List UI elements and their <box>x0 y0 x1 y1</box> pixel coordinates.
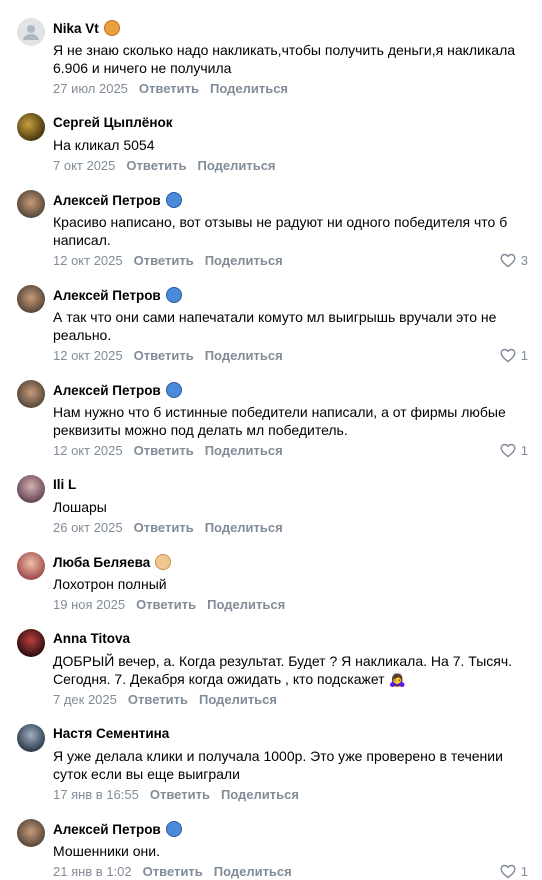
comment-meta: 12 окт 2025 Ответить Поделиться <box>53 443 283 458</box>
share-button[interactable]: Поделиться <box>207 597 285 612</box>
author-name[interactable]: Ili L <box>53 477 76 492</box>
comment-meta: 7 дек 2025 Ответить Поделиться <box>53 692 277 707</box>
reply-button[interactable]: Ответить <box>134 348 194 363</box>
comment-author[interactable]: Алексей Петров <box>53 287 182 303</box>
comment-date[interactable]: 21 янв в 1:02 <box>53 864 132 879</box>
like-button[interactable]: 1 <box>500 864 528 879</box>
mask-emoji-icon <box>165 192 182 208</box>
reply-button[interactable]: Ответить <box>134 253 194 268</box>
heart-icon <box>500 348 516 363</box>
author-name[interactable]: Алексей Петров <box>53 822 161 837</box>
comment-text: ДОБРЫЙ вечер, а. Когда результат. Будет … <box>53 653 513 687</box>
comment-meta: 17 янв в 16:55 Ответить Поделиться <box>53 787 299 802</box>
reply-button[interactable]: Ответить <box>126 158 186 173</box>
author-name[interactable]: Anna Titova <box>53 631 130 646</box>
share-button[interactable]: Поделиться <box>197 158 275 173</box>
like-count: 3 <box>520 253 528 268</box>
comment-text: Я не знаю сколько надо накликать,чтобы п… <box>53 42 516 76</box>
comment-author[interactable]: Люба Беляева <box>53 554 172 570</box>
author-name[interactable]: Nika Vt <box>53 21 99 36</box>
comment-text: А так что они сами напечатали комуто мл … <box>53 309 497 343</box>
comment-date[interactable]: 7 дек 2025 <box>53 692 117 707</box>
reply-button[interactable]: Ответить <box>134 520 194 535</box>
comment-author[interactable]: Сергей Цыплёнок <box>53 115 172 130</box>
avatar[interactable] <box>17 629 45 657</box>
comment-text: Красиво написано, вот отзывы не радуют н… <box>53 214 508 248</box>
like-button[interactable]: 1 <box>500 348 528 363</box>
author-name[interactable]: Алексей Петров <box>53 288 161 303</box>
comment-meta: 19 ноя 2025 Ответить Поделиться <box>53 597 285 612</box>
girl-emoji-icon <box>155 554 172 570</box>
comment-text: На кликал 5054 <box>53 137 155 153</box>
comment-date[interactable]: 17 янв в 16:55 <box>53 787 139 802</box>
comment-meta: 21 янв в 1:02 Ответить Поделиться <box>53 864 292 879</box>
reply-button[interactable]: Ответить <box>143 864 203 879</box>
comment-date[interactable]: 12 окт 2025 <box>53 253 123 268</box>
share-button[interactable]: Поделиться <box>205 253 283 268</box>
mask-emoji-icon <box>165 821 182 837</box>
comment-author[interactable]: Anna Titova <box>53 631 130 646</box>
comment-author[interactable]: Алексей Петров <box>53 192 182 208</box>
comment-meta: 26 окт 2025 Ответить Поделиться <box>53 520 283 535</box>
comment-date[interactable]: 19 ноя 2025 <box>53 597 125 612</box>
author-name[interactable]: Алексей Петров <box>53 193 161 208</box>
share-button[interactable]: Поделиться <box>210 81 288 96</box>
like-count: 1 <box>520 348 528 363</box>
avatar[interactable] <box>17 190 45 218</box>
author-name[interactable]: Люба Беляева <box>53 555 150 570</box>
comment-text: Я уже делала клики и получала 1000р. Это… <box>53 748 503 782</box>
mask-emoji-icon <box>165 287 182 303</box>
avatar[interactable] <box>17 380 45 408</box>
reply-button[interactable]: Ответить <box>136 597 196 612</box>
avatar[interactable] <box>17 724 45 752</box>
author-name[interactable]: Настя Сементина <box>53 726 169 741</box>
comment-date[interactable]: 12 окт 2025 <box>53 443 123 458</box>
comment-date[interactable]: 26 окт 2025 <box>53 520 123 535</box>
share-button[interactable]: Поделиться <box>205 520 283 535</box>
comment-date[interactable]: 7 окт 2025 <box>53 158 115 173</box>
comment-text: Лохотрон полный <box>53 576 167 592</box>
author-name[interactable]: Сергей Цыплёнок <box>53 115 172 130</box>
comment-meta: 27 июл 2025 Ответить Поделиться <box>53 81 288 96</box>
comment-text: Нам нужно что б истинные победители напи… <box>53 404 506 438</box>
avatar[interactable] <box>17 285 45 313</box>
heart-icon <box>500 443 516 458</box>
reply-button[interactable]: Ответить <box>139 81 199 96</box>
comment-author[interactable]: Алексей Петров <box>53 821 182 837</box>
like-button[interactable]: 3 <box>500 253 528 268</box>
like-count: 1 <box>520 864 528 879</box>
cookie-emoji-icon <box>103 20 120 36</box>
author-name[interactable]: Алексей Петров <box>53 383 161 398</box>
avatar[interactable] <box>17 552 45 580</box>
like-button[interactable]: 1 <box>500 443 528 458</box>
comment-meta: 12 окт 2025 Ответить Поделиться <box>53 348 283 363</box>
reply-button[interactable]: Ответить <box>128 692 188 707</box>
comment-author[interactable]: Настя Сементина <box>53 726 169 741</box>
comment-author[interactable]: Nika Vt <box>53 20 120 36</box>
avatar[interactable] <box>17 113 45 141</box>
heart-icon <box>500 864 516 879</box>
reply-button[interactable]: Ответить <box>134 443 194 458</box>
comment-meta: 7 окт 2025 Ответить Поделиться <box>53 158 276 173</box>
comment-author[interactable]: Ili L <box>53 477 76 492</box>
mask-emoji-icon <box>165 382 182 398</box>
avatar[interactable] <box>17 475 45 503</box>
like-count: 1 <box>520 443 528 458</box>
heart-icon <box>500 253 516 268</box>
comment-text: Лошары <box>53 499 107 515</box>
comment-text: Мошенники они. <box>53 843 160 859</box>
comment-meta: 12 окт 2025 Ответить Поделиться <box>53 253 283 268</box>
share-button[interactable]: Поделиться <box>199 692 277 707</box>
comment-date[interactable]: 12 окт 2025 <box>53 348 123 363</box>
comment-date[interactable]: 27 июл 2025 <box>53 81 128 96</box>
avatar[interactable] <box>17 819 45 847</box>
avatar-default[interactable] <box>17 18 45 46</box>
reply-button[interactable]: Ответить <box>150 787 210 802</box>
comment-author[interactable]: Алексей Петров <box>53 382 182 398</box>
share-button[interactable]: Поделиться <box>205 348 283 363</box>
share-button[interactable]: Поделиться <box>205 443 283 458</box>
share-button[interactable]: Поделиться <box>214 864 292 879</box>
share-button[interactable]: Поделиться <box>221 787 299 802</box>
